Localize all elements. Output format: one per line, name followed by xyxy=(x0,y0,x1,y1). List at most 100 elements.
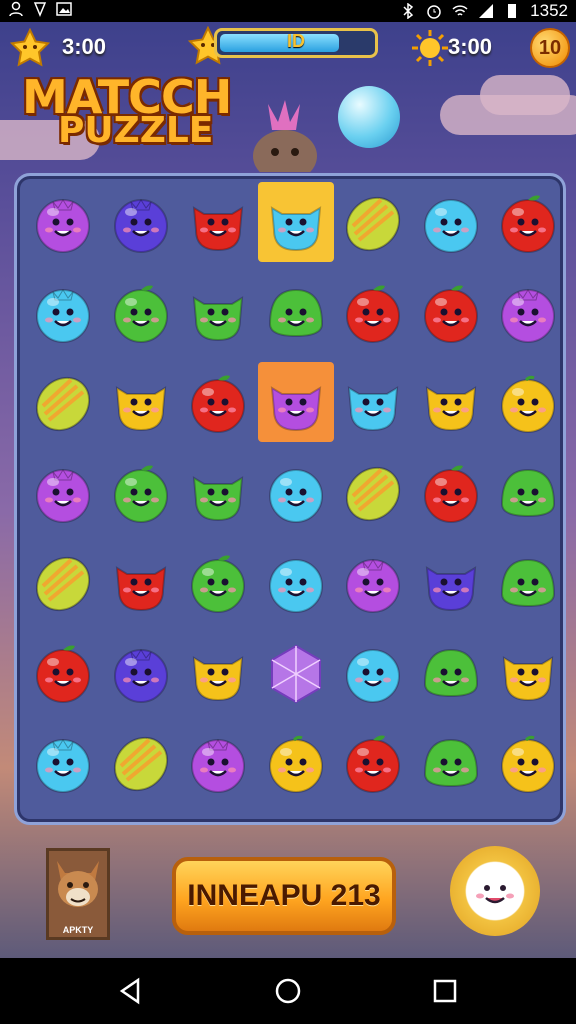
status-time: 1352 xyxy=(530,1,568,20)
board-cell[interactable] xyxy=(103,722,179,802)
board-cell[interactable] xyxy=(25,362,101,442)
board-cell[interactable] xyxy=(258,272,334,352)
red-apple-icon xyxy=(191,375,245,433)
board-cell[interactable] xyxy=(490,182,566,262)
recents-icon[interactable] xyxy=(430,976,460,1006)
yellow-cat-icon xyxy=(192,656,244,702)
green-cat-icon xyxy=(192,476,244,522)
yellow-cat-icon xyxy=(425,386,476,432)
board-cell[interactable] xyxy=(490,632,566,712)
striped-candy-icon xyxy=(35,376,91,432)
progress-label: ID xyxy=(287,31,305,51)
board-cell[interactable] xyxy=(258,542,334,622)
red-cat-icon xyxy=(192,206,244,252)
alarm-icon xyxy=(427,5,441,19)
board-cell[interactable] xyxy=(103,452,179,532)
bluetooth-icon xyxy=(403,3,414,19)
board-cell[interactable] xyxy=(490,362,566,442)
red-apple-icon xyxy=(36,645,90,703)
board-cell[interactable] xyxy=(180,722,256,802)
board-cell[interactable] xyxy=(335,632,411,712)
board-cell[interactable] xyxy=(180,362,256,442)
board-cell[interactable] xyxy=(25,632,101,712)
board-cell[interactable] xyxy=(335,722,411,802)
left-timer: 3:00 xyxy=(62,34,107,59)
board-cell[interactable] xyxy=(413,182,489,262)
striped-candy-icon xyxy=(345,196,401,252)
board-cell[interactable] xyxy=(490,452,566,532)
board-cell[interactable] xyxy=(103,362,179,442)
purple-berry-icon xyxy=(501,289,555,343)
board-cell[interactable] xyxy=(25,182,101,262)
player-avatar[interactable]: APKTY xyxy=(46,848,110,940)
image-icon xyxy=(56,2,72,16)
board-cell[interactable] xyxy=(413,722,489,802)
board-cell[interactable] xyxy=(335,542,411,622)
main-action-button[interactable]: INNEAPU 213 xyxy=(172,857,396,935)
wifi-icon xyxy=(452,5,468,16)
board-cell[interactable] xyxy=(258,452,334,532)
coin-counter[interactable]: 10 xyxy=(530,28,570,68)
board-cell[interactable] xyxy=(25,272,101,352)
board-cell[interactable] xyxy=(413,542,489,622)
board-cell[interactable] xyxy=(25,452,101,532)
indigo-berry-icon xyxy=(113,649,168,703)
android-nav-bar xyxy=(0,958,576,1024)
striped-candy-icon xyxy=(113,736,168,792)
board-cell[interactable] xyxy=(25,722,101,802)
green-slime-icon xyxy=(423,738,478,788)
star-icon xyxy=(10,28,50,67)
board-cell[interactable] xyxy=(413,362,489,442)
board-cell[interactable] xyxy=(103,542,179,622)
green-slime-icon xyxy=(423,648,478,698)
progress-fill xyxy=(220,34,339,52)
purple-berry-icon xyxy=(36,199,90,253)
game-logo: MATCCH PUZZLE xyxy=(22,70,232,151)
status-bar: 1352 xyxy=(0,0,576,22)
board-cell[interactable] xyxy=(413,272,489,352)
yellow-cat-icon xyxy=(502,656,554,702)
red-apple-icon xyxy=(346,285,400,343)
level-progress-bar: ID xyxy=(214,28,378,58)
board-cell[interactable] xyxy=(180,182,256,262)
board-cell[interactable] xyxy=(413,632,489,712)
board-cell[interactable] xyxy=(257,362,334,442)
sim-icon xyxy=(33,2,47,17)
board-cell[interactable] xyxy=(257,182,334,262)
board-cell[interactable] xyxy=(103,182,179,262)
board-cell[interactable] xyxy=(180,272,256,352)
red-apple-icon xyxy=(501,195,555,253)
cyan-cat-icon xyxy=(347,386,399,432)
board-cell[interactable] xyxy=(490,722,566,802)
indigo-berry-icon xyxy=(113,199,168,253)
purple-cat-icon xyxy=(270,386,321,432)
cyan-cat-icon xyxy=(270,206,321,252)
board-cell[interactable] xyxy=(180,632,256,712)
booster-button[interactable] xyxy=(450,846,540,936)
board-cell[interactable] xyxy=(180,452,256,532)
logo-line2: PUZZLE xyxy=(58,110,214,151)
green-slime-icon xyxy=(268,288,323,338)
board-cell[interactable] xyxy=(258,722,334,802)
board-cell[interactable] xyxy=(335,182,411,262)
red-apple-icon xyxy=(346,735,400,793)
board-cell[interactable] xyxy=(103,632,179,712)
board-cell[interactable] xyxy=(490,272,566,352)
battery-icon xyxy=(508,4,517,18)
board-cell[interactable] xyxy=(335,452,411,532)
board-cell[interactable] xyxy=(180,542,256,622)
home-icon[interactable] xyxy=(273,976,303,1006)
green-cat-icon xyxy=(192,296,244,342)
back-icon[interactable] xyxy=(116,976,146,1006)
red-cat-icon xyxy=(115,566,166,612)
board-cell[interactable] xyxy=(25,542,101,622)
board-cell[interactable] xyxy=(258,632,334,712)
board-cell[interactable] xyxy=(490,542,566,622)
board-cell[interactable] xyxy=(413,452,489,532)
board-cell[interactable] xyxy=(335,272,411,352)
signal-icon xyxy=(479,4,494,18)
board-cell[interactable] xyxy=(103,272,179,352)
board-cell[interactable] xyxy=(335,362,411,442)
cloud xyxy=(480,75,570,115)
fox-icon xyxy=(57,861,99,907)
